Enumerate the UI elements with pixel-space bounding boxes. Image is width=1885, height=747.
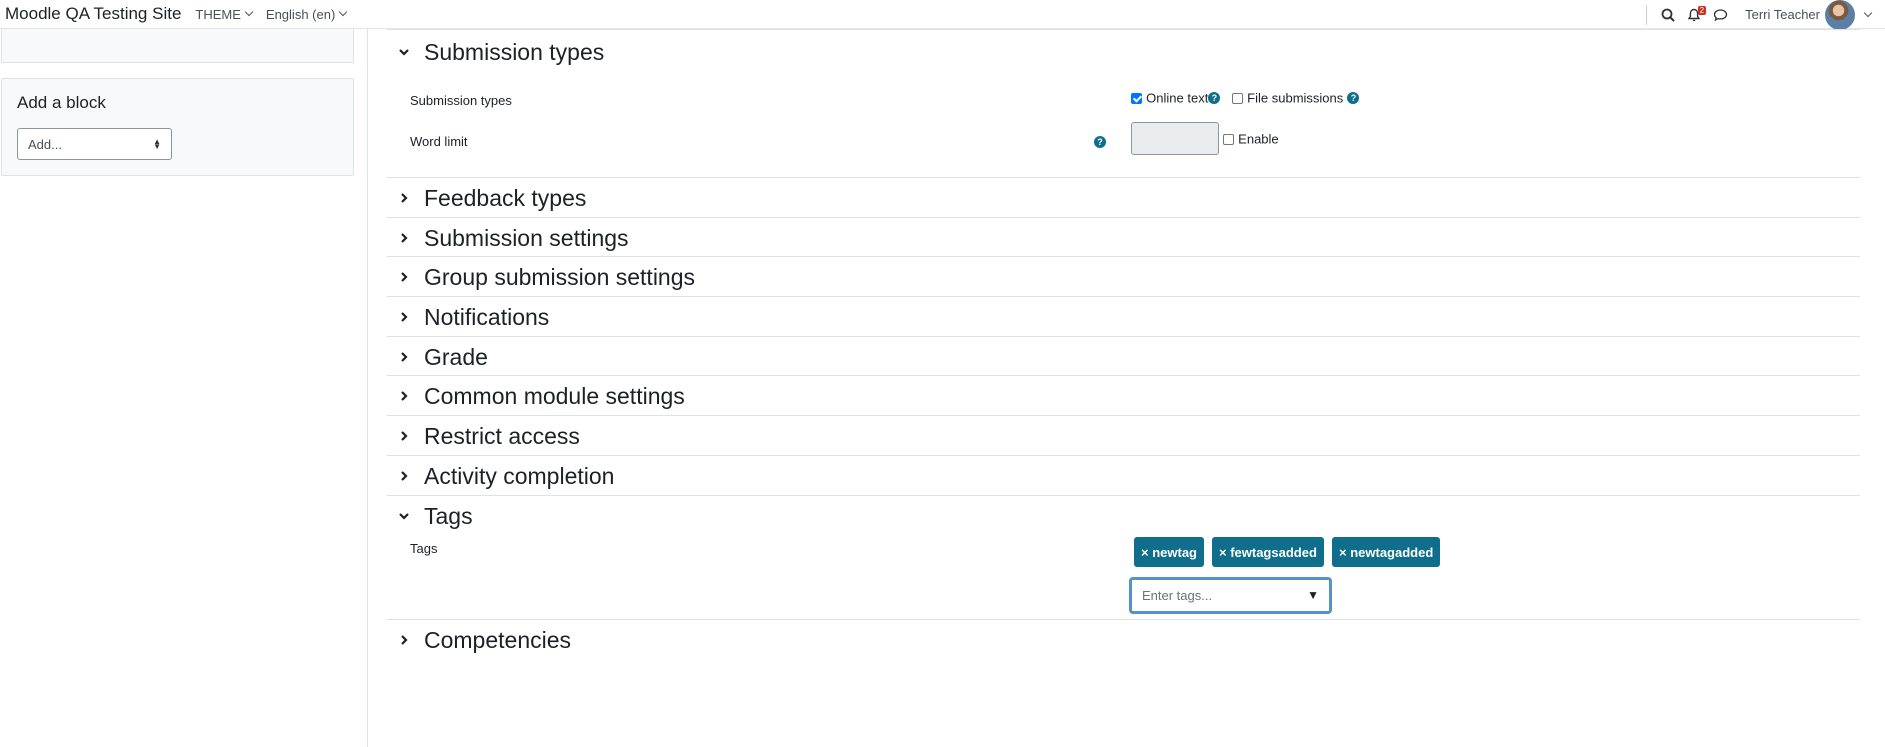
nav-divider xyxy=(1646,4,1648,25)
language-menu-label: English (en) xyxy=(265,6,336,22)
tag-chip[interactable]: × newtagadded xyxy=(1332,537,1441,567)
notification-count-badge: 2 xyxy=(1697,5,1707,15)
left-block-region: Add a block Add... ▲ ▼ xyxy=(0,29,368,747)
section-title: Feedback types xyxy=(424,184,587,211)
online-text-checkbox[interactable] xyxy=(1131,92,1142,104)
file-submissions-checkbox[interactable] xyxy=(1232,92,1243,104)
section-header[interactable]: Competencies xyxy=(387,620,1860,660)
section-header[interactable]: Group submission settings xyxy=(387,257,1860,297)
section-title: Tags xyxy=(424,502,473,529)
notifications-bell-icon[interactable]: 2 xyxy=(1685,5,1707,24)
help-icon[interactable]: ? xyxy=(1347,92,1360,105)
section-restrict-access: Restrict access xyxy=(387,415,1860,456)
section-header[interactable]: Grade xyxy=(387,337,1860,377)
chevron-right-icon xyxy=(392,390,416,402)
add-block-select-value: Add... xyxy=(28,137,62,152)
section-title: Restrict access xyxy=(424,422,580,449)
section-tags: Tags Tags × newtag × fewtagsadded × newt… xyxy=(387,495,1860,619)
language-menu[interactable]: English (en) xyxy=(265,6,348,22)
chevron-right-icon xyxy=(392,232,416,244)
divider xyxy=(387,29,1860,30)
section-header[interactable]: Tags xyxy=(387,496,1860,536)
section-header[interactable]: Activity completion xyxy=(387,456,1860,496)
site-name-link[interactable]: Moodle QA Testing Site xyxy=(5,4,181,24)
user-menu-chevron-down-icon[interactable] xyxy=(1863,8,1873,17)
chevron-right-icon xyxy=(392,271,416,283)
section-title: Competencies xyxy=(424,626,572,653)
word-limit-label: Word limit xyxy=(410,134,468,149)
enable-label[interactable]: Enable xyxy=(1238,132,1278,147)
word-limit-enable-option: Enable xyxy=(1223,130,1279,147)
chevron-down-icon xyxy=(244,7,254,17)
navbar-user-area: 2 Terri Teacher xyxy=(1646,0,1885,30)
word-limit-input[interactable] xyxy=(1131,122,1219,155)
chevron-right-icon xyxy=(392,351,416,363)
chevron-down-icon xyxy=(339,7,348,17)
online-text-label[interactable]: Online text xyxy=(1146,91,1208,106)
section-title: Submission settings xyxy=(424,224,629,251)
messages-icon[interactable] xyxy=(1711,6,1729,24)
theme-menu-label: THEME xyxy=(195,6,241,22)
section-notifications: Notifications xyxy=(387,296,1860,337)
tags-label: Tags xyxy=(410,541,438,556)
section-title: Submission types xyxy=(424,38,605,65)
updown-arrows-icon: ▲ ▼ xyxy=(153,137,161,151)
section-submission-types: Submission types Submission types Online… xyxy=(387,32,1860,177)
tags-input[interactable]: Enter tags... ▼ xyxy=(1129,577,1332,614)
section-header[interactable]: Restrict access xyxy=(387,416,1860,456)
file-submissions-label[interactable]: File submissions xyxy=(1247,91,1343,106)
add-block-title: Add a block xyxy=(17,93,106,112)
file-submissions-option: File submissions ? xyxy=(1232,89,1360,106)
add-block-card: Add a block Add... ▲ ▼ xyxy=(1,78,354,176)
chevron-right-icon xyxy=(392,634,416,646)
word-limit-enable-checkbox[interactable] xyxy=(1223,133,1234,145)
add-block-select[interactable]: Add... ▲ ▼ xyxy=(17,128,172,160)
section-header[interactable]: Submission settings xyxy=(387,218,1860,258)
section-title: Notifications xyxy=(424,303,550,330)
tags-input-placeholder: Enter tags... xyxy=(1142,588,1213,603)
section-header[interactable]: Notifications xyxy=(387,297,1860,337)
chevron-right-icon xyxy=(392,311,416,323)
section-grade: Grade xyxy=(387,336,1860,377)
help-icon[interactable]: ? xyxy=(1094,136,1106,148)
chevron-down-icon xyxy=(392,510,416,522)
previous-block-bottom xyxy=(1,29,354,63)
dropdown-arrow-icon[interactable]: ▼ xyxy=(1307,588,1319,602)
tag-chip[interactable]: × fewtagsadded xyxy=(1212,537,1324,567)
section-header[interactable]: Submission types xyxy=(387,32,1860,72)
section-title: Activity completion xyxy=(424,462,615,489)
section-feedback-types: Feedback types xyxy=(387,177,1860,218)
search-icon[interactable] xyxy=(1659,6,1677,24)
section-header[interactable]: Common module settings xyxy=(387,376,1860,416)
top-navbar: Moodle QA Testing Site THEME English (en… xyxy=(0,0,1885,30)
section-title: Grade xyxy=(424,343,488,370)
tag-chip[interactable]: × newtag xyxy=(1134,537,1204,567)
user-name[interactable]: Terri Teacher xyxy=(1745,7,1820,22)
chevron-right-icon xyxy=(392,470,416,482)
chevron-down-icon xyxy=(392,46,416,58)
online-text-option: Online text? xyxy=(1131,89,1221,106)
theme-menu[interactable]: THEME xyxy=(195,6,254,22)
section-activity-completion: Activity completion xyxy=(387,455,1860,496)
section-common-module-settings: Common module settings xyxy=(387,375,1860,416)
help-icon[interactable]: ? xyxy=(1208,92,1221,105)
chevron-right-icon xyxy=(392,430,416,442)
main-form-region: Submission types Submission types Online… xyxy=(369,29,1885,747)
avatar[interactable] xyxy=(1825,0,1855,30)
section-competencies: Competencies xyxy=(387,619,1860,660)
section-group-submission-settings: Group submission settings xyxy=(387,256,1860,297)
section-title: Common module settings xyxy=(424,382,685,409)
section-header[interactable]: Feedback types xyxy=(387,178,1860,218)
section-title: Group submission settings xyxy=(424,263,696,290)
chevron-right-icon xyxy=(392,192,416,204)
section-submission-settings: Submission settings xyxy=(387,217,1860,258)
submission-types-label: Submission types xyxy=(410,93,512,108)
